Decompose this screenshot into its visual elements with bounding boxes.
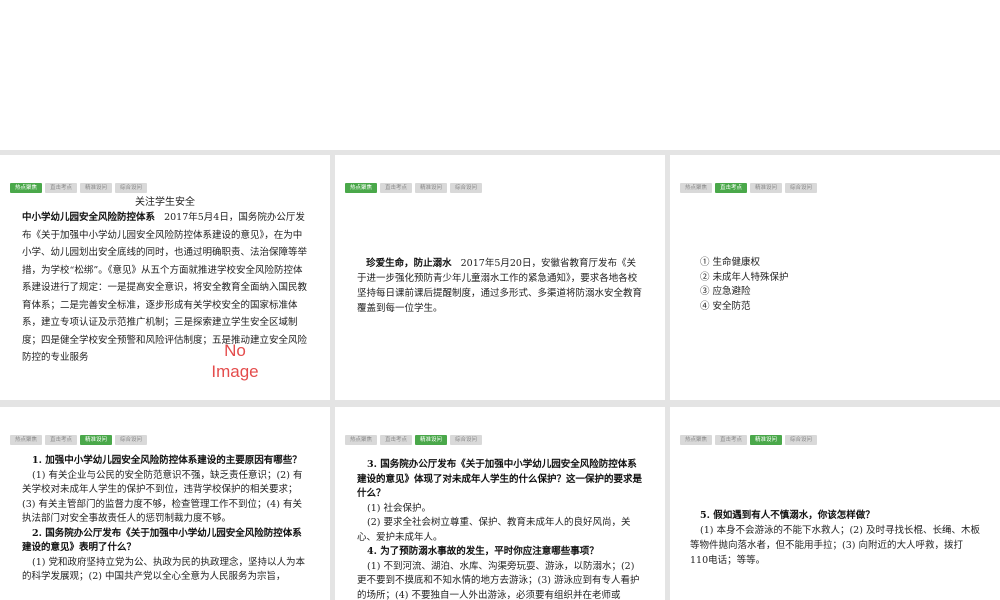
list-item: ② 未成年人特殊保护: [700, 271, 789, 283]
tab-precise-questions[interactable]: 精准设问: [80, 435, 113, 445]
slide-thumbnail-4[interactable]: 热点聚焦 直击考点 精准设问 综合设问 1. 加强中小学幼儿园安全风险防控体系建…: [0, 407, 330, 600]
tab-bar: 热点聚焦 直击考点 精准设问 综合设问: [680, 435, 818, 445]
question-1: 1. 加强中小学幼儿园安全风险防控体系建设的主要原因有哪些？: [32, 455, 302, 466]
tab-hot-focus[interactable]: 热点聚焦: [10, 435, 43, 445]
knowledge-point-list: ① 生命健康权 ② 未成年人特殊保护 ③ 应急避险 ④ 安全防范: [700, 256, 900, 314]
list-item: ③ 应急避险: [700, 286, 751, 297]
tab-precise-questions[interactable]: 精准设问: [750, 183, 783, 193]
answer-3-part2: (2) 要求全社会树立尊重、保护、教育未成年人的良好风尚，关心、爱护未成年人。: [357, 517, 631, 543]
tab-comprehensive-questions[interactable]: 综合设问: [785, 435, 818, 445]
tab-key-points[interactable]: 直击考点: [715, 183, 748, 193]
slide-thumbnail-5[interactable]: 热点聚焦 直击考点 精准设问 综合设问 3. 国务院办公厅发布《关于加强中小学幼…: [335, 407, 665, 600]
tab-hot-focus[interactable]: 热点聚焦: [10, 183, 43, 193]
tab-bar: 热点聚焦 直击考点 精准设问 综合设问: [345, 435, 483, 445]
tab-hot-focus[interactable]: 热点聚焦: [345, 435, 378, 445]
tab-precise-questions[interactable]: 精准设问: [80, 183, 113, 193]
slide-thumbnail-3[interactable]: 热点聚焦 直击考点 精准设问 综合设问 ① 生命健康权 ② 未成年人特殊保护 ③…: [670, 155, 1000, 400]
tab-bar: 热点聚焦 直击考点 精准设问 综合设问: [345, 183, 483, 193]
tab-comprehensive-questions[interactable]: 综合设问: [450, 183, 483, 193]
tab-comprehensive-questions[interactable]: 综合设问: [450, 435, 483, 445]
question-4: 4. 为了预防溺水事故的发生，平时你应注意哪些事项？: [367, 546, 599, 557]
question-3: 3. 国务院办公厅发布《关于加强中小学幼儿园安全风险防控体系建设的意见》体现了对…: [357, 459, 643, 499]
tab-key-points[interactable]: 直击考点: [45, 183, 78, 193]
slide-body: 5. 假如遇到有人不慎溺水，你该怎样做？ (1) 本身不会游泳的不能下水救人；(…: [690, 508, 980, 568]
image-placeholder: No Image: [195, 340, 275, 382]
answer-1: (1) 有关企业与公民的安全防范意识不强，缺乏责任意识；(2) 有关学校对未成年…: [22, 469, 303, 525]
tab-precise-questions[interactable]: 精准设问: [415, 435, 448, 445]
tab-key-points[interactable]: 直击考点: [380, 435, 413, 445]
tab-key-points[interactable]: 直击考点: [715, 435, 748, 445]
tab-hot-focus[interactable]: 热点聚焦: [345, 183, 378, 193]
slide-title: 关注学生安全: [135, 197, 195, 208]
list-item: ④ 安全防范: [700, 300, 751, 312]
slide-thumbnail-2[interactable]: 热点聚焦 直击考点 精准设问 综合设问 珍爱生命，防止溺水 2017年5月20日…: [335, 155, 665, 400]
answer-2: (1) 党和政府坚持立党为公、执政为民的执政理念，坚持以人为本的科学发展观；(2…: [22, 556, 305, 583]
slide-thumbnail-6[interactable]: 热点聚焦 直击考点 精准设问 综合设问 5. 假如遇到有人不慎溺水，你该怎样做？…: [670, 407, 1000, 600]
slide-heading: 珍爱生命，防止溺水: [366, 258, 452, 269]
tab-hot-focus[interactable]: 热点聚焦: [680, 435, 713, 445]
tab-bar: 热点聚焦 直击考点 精准设问 综合设问: [10, 183, 148, 193]
tab-hot-focus[interactable]: 热点聚焦: [680, 183, 713, 193]
slide-heading: 中小学幼儿园安全风险防控体系: [22, 212, 156, 223]
tab-comprehensive-questions[interactable]: 综合设问: [785, 183, 818, 193]
blank-slide-area: [0, 0, 1000, 150]
placeholder-text-line2: Image: [211, 362, 259, 381]
answer-4: (1) 不到河流、湖泊、水库、沟渠旁玩耍、游泳，以防溺水；(2) 更不要到不摸底…: [357, 560, 640, 600]
tab-precise-questions[interactable]: 精准设问: [415, 183, 448, 193]
tab-comprehensive-questions[interactable]: 综合设问: [115, 435, 148, 445]
slide-thumbnail-1[interactable]: 热点聚焦 直击考点 精准设问 综合设问 关注学生安全 中小学幼儿园安全风险防控体…: [0, 155, 330, 400]
answer-5: (1) 本身不会游泳的不能下水救人；(2) 及时寻找长棍、长绳、木板等物件抛向落…: [690, 525, 980, 566]
tab-key-points[interactable]: 直击考点: [45, 435, 78, 445]
question-2: 2. 国务院办公厅发布《关于加强中小学幼儿园安全风险防控体系建设的意见》表明了什…: [22, 527, 302, 554]
placeholder-text-line1: No: [224, 341, 246, 360]
tab-bar: 热点聚焦 直击考点 精准设问 综合设问: [10, 435, 148, 445]
tab-bar: 热点聚焦 直击考点 精准设问 综合设问: [680, 183, 818, 193]
slide-body: 1. 加强中小学幼儿园安全风险防控体系建设的主要原因有哪些？ (1) 有关企业与…: [22, 454, 310, 585]
question-5: 5. 假如遇到有人不慎溺水，你该怎样做？: [700, 510, 875, 521]
tab-key-points[interactable]: 直击考点: [380, 183, 413, 193]
slide-body: 珍爱生命，防止溺水 2017年5月20日，安徽省教育厅发布《关于进一步强化预防青…: [357, 256, 645, 316]
answer-3-part1: (1) 社会保护。: [367, 502, 431, 514]
tab-precise-questions[interactable]: 精准设问: [750, 435, 783, 445]
tab-comprehensive-questions[interactable]: 综合设问: [115, 183, 148, 193]
list-item: ① 生命健康权: [700, 257, 761, 268]
slide-body: 3. 国务院办公厅发布《关于加强中小学幼儿园安全风险防控体系建设的意见》体现了对…: [357, 458, 645, 600]
